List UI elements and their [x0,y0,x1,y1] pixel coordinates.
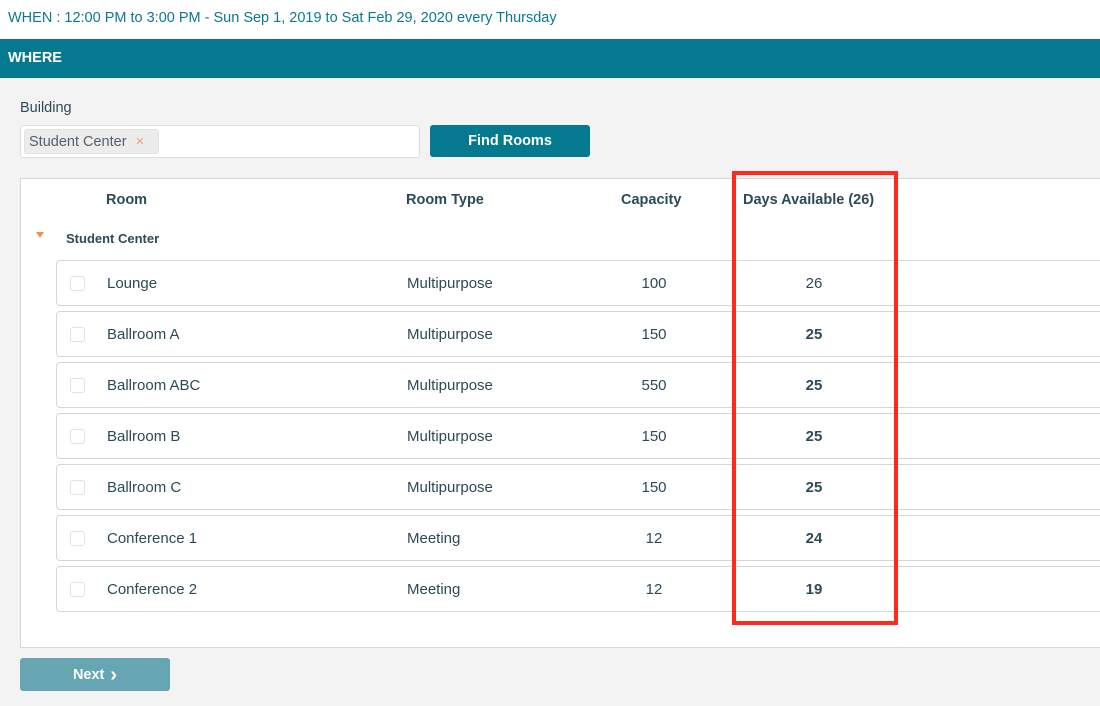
room-name: Ballroom ABC [107,377,201,394]
when-summary: WHEN : 12:00 PM to 3:00 PM - Sun Sep 1, … [0,0,1100,39]
room-type: Multipurpose [407,428,493,445]
room-type: Meeting [407,581,461,598]
days-available[interactable]: 24 [779,530,849,547]
column-header-room-type: Room Type [406,192,484,208]
room-name: Ballroom C [107,479,182,496]
days-available[interactable]: 25 [779,326,849,343]
room-capacity: 150 [641,479,667,496]
caret-down-icon[interactable] [36,232,44,238]
room-capacity: 150 [641,428,667,445]
room-name: Lounge [107,275,158,292]
column-header-capacity: Capacity [621,192,682,208]
days-available[interactable]: 25 [779,479,849,496]
table-row[interactable]: Conference 2 Meeting 12 19 [56,566,1100,612]
room-capacity: 12 [645,581,663,598]
building-label: Building [20,100,72,116]
find-rooms-button[interactable]: Find Rooms [430,125,590,157]
rooms-table: Room Room Type Capacity Days Available (… [20,178,1100,648]
room-type: Multipurpose [407,377,493,394]
row-checkbox[interactable] [70,480,85,495]
room-capacity: 12 [645,530,663,547]
table-row[interactable]: Ballroom ABC Multipurpose 550 25 [56,362,1100,408]
room-type: Multipurpose [407,275,493,292]
room-name: Ballroom A [107,326,180,343]
building-input[interactable]: Student Center × [20,125,420,158]
days-available[interactable]: 25 [779,377,849,394]
table-row[interactable]: Ballroom C Multipurpose 150 25 [56,464,1100,510]
group-name: Student Center [66,231,160,246]
table-row[interactable]: Conference 1 Meeting 12 24 [56,515,1100,561]
room-capacity: 550 [641,377,667,394]
row-checkbox[interactable] [70,582,85,597]
days-available[interactable]: 25 [779,428,849,445]
row-checkbox[interactable] [70,531,85,546]
table-row[interactable]: Lounge Multipurpose 100 26 [56,260,1100,306]
column-header-days-available: Days Available (26) [743,192,875,208]
room-capacity: 100 [641,275,667,292]
building-tag: Student Center × [24,129,159,154]
room-name: Conference 1 [107,530,198,547]
table-row[interactable]: Ballroom B Multipurpose 150 25 [56,413,1100,459]
table-row[interactable]: Ballroom A Multipurpose 150 25 [56,311,1100,357]
days-available: 26 [805,275,823,292]
next-label: Next [72,666,105,683]
room-name: Ballroom B [107,428,181,445]
row-checkbox[interactable] [70,429,85,444]
days-available[interactable]: 19 [779,581,849,598]
room-name: Conference 2 [107,581,198,598]
row-checkbox[interactable] [70,378,85,393]
row-checkbox[interactable] [70,327,85,342]
row-checkbox[interactable] [70,276,85,291]
next-button[interactable]: Next › [20,658,170,691]
room-type: Multipurpose [407,326,493,343]
room-type: Multipurpose [407,479,493,496]
room-capacity: 150 [641,326,667,343]
chevron-right-icon: › [110,663,118,686]
remove-tag-icon[interactable]: × [136,133,145,150]
column-header-room: Room [106,192,148,208]
building-tag-label: Student Center [29,133,127,150]
group-row[interactable]: Student Center [21,229,1100,249]
where-section-header: WHERE [0,39,1100,78]
room-type: Meeting [407,530,461,547]
